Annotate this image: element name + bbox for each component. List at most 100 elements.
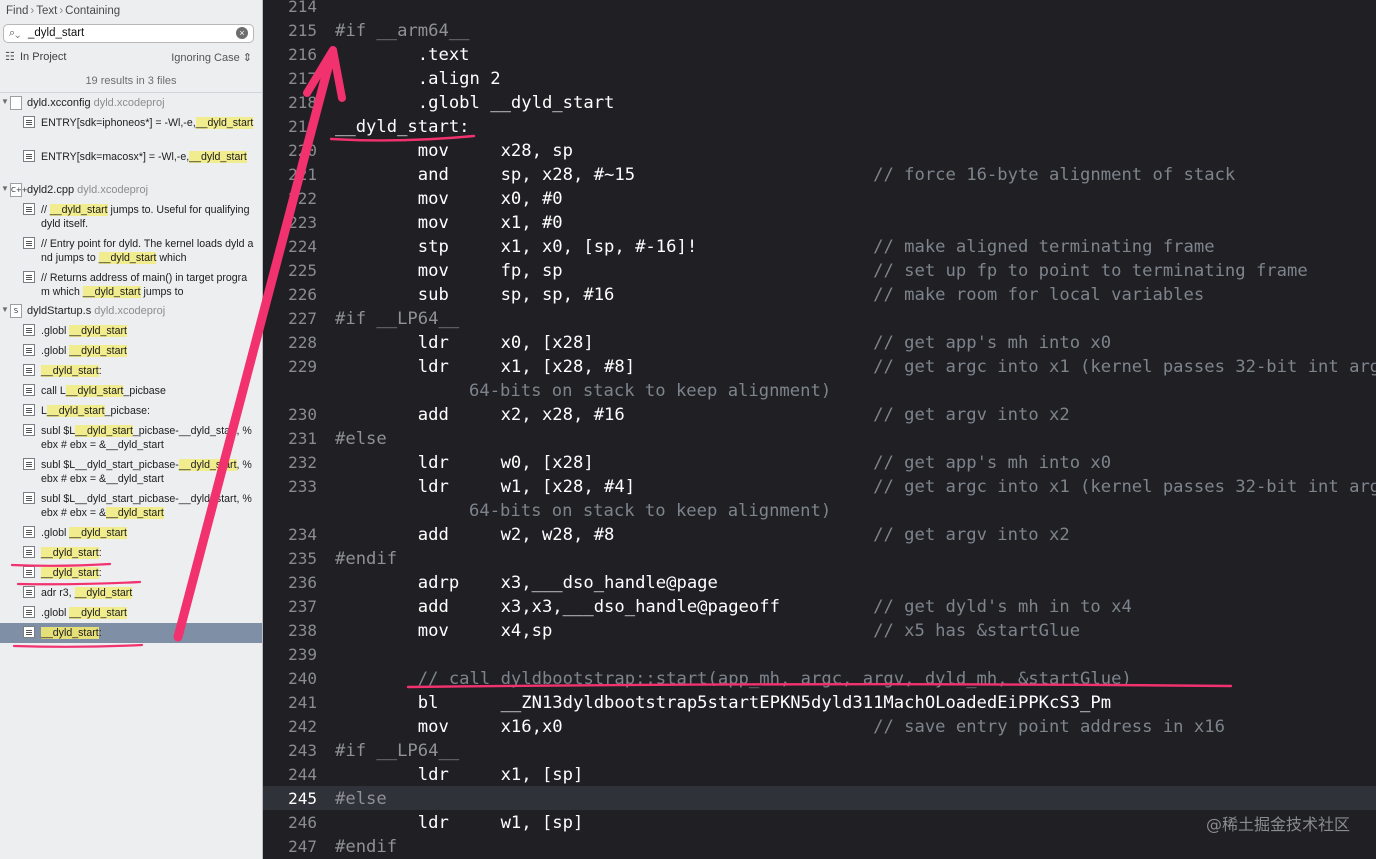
asm-file-icon: S xyxy=(10,304,22,318)
code-line[interactable]: 242 mov x16,x0 // save entry point addre… xyxy=(263,714,1376,738)
code-line[interactable]: 225 mov fp, sp // set up fp to point to … xyxy=(263,258,1376,282)
result-text: adr r3, __dyld_start xyxy=(41,587,133,599)
search-result-row[interactable]: .globl __dyld_start xyxy=(0,523,262,543)
disclosure-triangle-icon[interactable]: ▼ xyxy=(1,184,9,193)
line-number: 219 xyxy=(288,117,317,136)
code-text: #else xyxy=(335,429,387,449)
code-text: .globl __dyld_start xyxy=(335,93,615,113)
line-number: 220 xyxy=(288,141,317,160)
line-number: 235 xyxy=(288,549,317,568)
search-result-row[interactable]: subl $L__dyld_start_picbase-__dyld_start… xyxy=(0,489,262,523)
search-result-row[interactable]: __dyld_start: xyxy=(0,623,262,643)
line-number: 224 xyxy=(288,237,317,256)
plain-file-icon xyxy=(10,96,22,110)
search-result-row[interactable]: .globl __dyld_start xyxy=(0,321,262,341)
breadcrumb-text[interactable]: Text xyxy=(36,5,57,17)
code-text: sub sp, sp, #16 // make room for local v… xyxy=(335,285,1205,305)
code-line[interactable]: 241 bl __ZN13dyldbootstrap5startEPKN5dyl… xyxy=(263,690,1376,714)
code-line[interactable]: 223 mov x1, #0 xyxy=(263,210,1376,234)
case-sensitivity-popup[interactable]: Ignoring Case ⇕ xyxy=(171,51,252,64)
code-line[interactable]: 232 ldr w0, [x28] // get app's mh into x… xyxy=(263,450,1376,474)
search-result-row[interactable]: __dyld_start: xyxy=(0,543,262,563)
find-mode-breadcrumb[interactable]: Find › Text › Containing xyxy=(0,0,262,22)
match-highlight: __dyld_start xyxy=(49,204,108,216)
search-result-row[interactable]: .globl __dyld_start xyxy=(0,603,262,623)
code-line[interactable]: 243 #if __LP64__ xyxy=(263,738,1376,762)
disclosure-triangle-icon[interactable]: ▼ xyxy=(1,305,9,314)
code-text: and sp, x28, #~15 // force 16-byte align… xyxy=(335,165,1236,185)
code-line[interactable]: 228 ldr x0, [x28] // get app's mh into x… xyxy=(263,330,1376,354)
chevron-right-icon: › xyxy=(59,5,64,17)
code-line[interactable]: 215 #if __arm64__ xyxy=(263,18,1376,42)
code-line[interactable]: 247 #endif xyxy=(263,834,1376,858)
code-line[interactable]: 238 mov x4,sp // x5 has &startGlue xyxy=(263,618,1376,642)
search-result-row[interactable]: ENTRY[sdk=macosx*] = -Wl,-e,__dyld_start xyxy=(0,147,262,181)
code-line[interactable]: 244 ldr x1, [sp] xyxy=(263,762,1376,786)
code-line[interactable]: 234 add w2, w28, #8 // get argv into x2 xyxy=(263,522,1376,546)
code-line[interactable]: 236 adrp x3,___dso_handle@page xyxy=(263,570,1376,594)
search-result-row[interactable]: // Entry point for dyld. The kernel load… xyxy=(0,234,262,268)
code-line[interactable]: 224 stp x1, x0, [sp, #-16]! // make alig… xyxy=(263,234,1376,258)
code-line[interactable]: 235 #endif xyxy=(263,546,1376,570)
breadcrumb-find[interactable]: Find xyxy=(6,5,28,17)
search-result-row[interactable]: // __dyld_start jumps to. Useful for qua… xyxy=(0,200,262,234)
code-line[interactable]: 217 .align 2 xyxy=(263,66,1376,90)
code-text: add x3,x3,___dso_handle@pageoff // get d… xyxy=(335,597,1132,617)
code-text: ldr x1, [sp] xyxy=(335,765,584,785)
scope-in-project[interactable]: In Project xyxy=(20,51,66,63)
line-number: 225 xyxy=(288,261,317,280)
code-text: mov x1, #0 xyxy=(335,213,563,233)
match-highlight: __dyld_start xyxy=(41,627,99,639)
search-scope-bar: ☷ In Project Ignoring Case ⇕ xyxy=(0,48,262,66)
code-line[interactable]: 230 add x2, x28, #16 // get argv into x2 xyxy=(263,402,1376,426)
code-line[interactable]: 219 __dyld_start: xyxy=(263,114,1376,138)
line-number: 218 xyxy=(288,93,317,112)
code-text: #else xyxy=(335,789,387,809)
search-result-row[interactable]: L__dyld_start_picbase: xyxy=(0,401,262,421)
file-group-row[interactable]: ▼ SdyldStartup.s dyld.xcodeproj xyxy=(0,302,262,321)
line-number: 243 xyxy=(288,741,317,760)
file-group-row[interactable]: ▼ dyld.xcconfig dyld.xcodeproj xyxy=(0,94,262,113)
code-line[interactable]: 240 // call dyldbootstrap::start(app_mh,… xyxy=(263,666,1376,690)
search-result-row[interactable]: __dyld_start: xyxy=(0,361,262,381)
code-line[interactable]: 214 xyxy=(263,0,1376,18)
source-editor[interactable]: 214 215 #if __arm64__ 216 .text 217 .align 2… xyxy=(263,0,1376,859)
code-line[interactable]: 216 .text xyxy=(263,42,1376,66)
code-line[interactable]: 222 mov x0, #0 xyxy=(263,186,1376,210)
code-text: mov x4,sp // x5 has &startGlue xyxy=(335,621,1081,641)
result-text: // Returns address of main() in target p… xyxy=(41,272,248,298)
search-input[interactable]: _dyld_start xyxy=(28,27,84,39)
search-field[interactable]: ⌕⌄ _dyld_start × xyxy=(3,24,254,43)
result-text: .globl __dyld_start xyxy=(41,527,127,539)
text-match-icon xyxy=(23,424,35,436)
search-result-row[interactable]: subl $L__dyld_start_picbase-__dyld_start… xyxy=(0,421,262,455)
code-line[interactable]: 227 #if __LP64__ xyxy=(263,306,1376,330)
code-line[interactable]: 237 add x3,x3,___dso_handle@pageoff // g… xyxy=(263,594,1376,618)
code-line[interactable]: 220 mov x28, sp xyxy=(263,138,1376,162)
code-line[interactable]: 233 ldr w1, [x28, #4] // get argc into x… xyxy=(263,474,1376,498)
code-line[interactable]: 239 xyxy=(263,642,1376,666)
search-result-row[interactable]: ENTRY[sdk=iphoneos*] = -Wl,-e,__dyld_sta… xyxy=(0,113,262,147)
result-text: __dyld_start: xyxy=(41,627,102,639)
file-group-row[interactable]: ▼ C++ dyld2.cpp dyld.xcodeproj xyxy=(0,181,262,200)
search-result-row[interactable]: subl $L__dyld_start_picbase-__dyld_start… xyxy=(0,455,262,489)
code-comment: // get dyld's mh in to x4 xyxy=(873,597,1132,617)
code-line[interactable]: 221 and sp, x28, #~15 // force 16-byte a… xyxy=(263,162,1376,186)
code-line[interactable]: 226 sub sp, sp, #16 // make room for loc… xyxy=(263,282,1376,306)
search-result-row[interactable]: // Returns address of main() in target p… xyxy=(0,268,262,302)
find-navigator: Find › Text › Containing ⌕⌄ _dyld_start × ☷ … xyxy=(0,0,263,859)
disclosure-triangle-icon[interactable]: ▼ xyxy=(1,97,9,106)
search-result-row[interactable]: __dyld_start: xyxy=(0,563,262,583)
search-result-row[interactable]: .globl __dyld_start xyxy=(0,341,262,361)
code-line[interactable]: 218 .globl __dyld_start xyxy=(263,90,1376,114)
code-line[interactable]: 231 #else xyxy=(263,426,1376,450)
code-line[interactable]: 229 ldr x1, [x28, #8] // get argc into x… xyxy=(263,354,1376,378)
search-result-row[interactable]: adr r3, __dyld_start xyxy=(0,583,262,603)
search-result-row[interactable]: call L__dyld_start_picbase xyxy=(0,381,262,401)
breadcrumb-containing[interactable]: Containing xyxy=(65,5,120,17)
code-text: stp x1, x0, [sp, #-16]! // make aligned … xyxy=(335,237,1215,257)
search-icon[interactable]: ⌕⌄ xyxy=(9,27,20,40)
clear-search-icon[interactable]: × xyxy=(236,27,248,39)
code-text: mov x28, sp xyxy=(335,141,573,161)
code-line[interactable]: 245 #else xyxy=(263,786,1376,810)
